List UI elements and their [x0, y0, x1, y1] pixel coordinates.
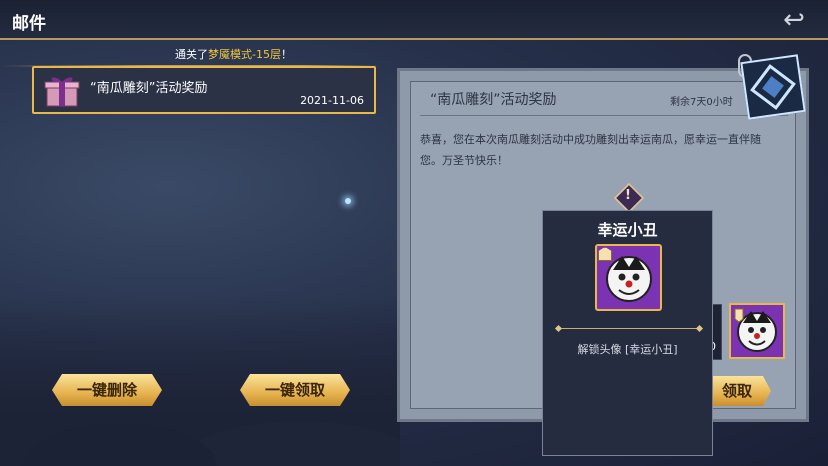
detail-divider: [420, 115, 788, 116]
gift-box-icon: [44, 77, 80, 107]
remaining-time: 剩余7天0小时: [670, 97, 733, 108]
claim-all-button[interactable]: 一键领取: [240, 374, 350, 406]
exclamation-icon: !: [625, 188, 631, 203]
delete-all-button[interactable]: 一键删除: [52, 374, 162, 406]
tooltip-item-icon: [595, 244, 662, 311]
clown-avatar-icon: [734, 308, 777, 352]
tooltip-title: 幸运小丑: [597, 221, 658, 239]
detail-body: 恭喜，您在本次南瓜雕刻活动中成功雕刻出幸运南瓜，愿幸运一直伴随您。万圣节快乐！: [420, 133, 761, 167]
marquee-prefix: 通关了: [175, 48, 208, 61]
back-arrow-icon: ↩: [783, 5, 805, 35]
reward-item-clown[interactable]: [729, 303, 785, 359]
detail-title: “南瓜雕刻”活动奖励: [430, 92, 557, 108]
claim-button[interactable]: 领取: [703, 376, 771, 406]
marquee-suffix: ！: [280, 48, 292, 61]
back-button[interactable]: ↩: [774, 6, 814, 34]
broadcast-marquee: 通关了梦魇模式-15层！: [175, 46, 292, 64]
mail-title: “南瓜雕刻”活动奖励: [90, 81, 208, 96]
marquee-highlight: 梦魇模式-15层: [208, 48, 281, 61]
mail-date: 2021-11-06: [300, 94, 364, 107]
emblem-icon: [740, 54, 806, 120]
emblem-glyph-icon: [750, 64, 796, 110]
page-title: 邮件: [12, 14, 46, 34]
sparkle-star: [345, 198, 351, 204]
tooltip-description: 解锁头像 [幸运小丑]: [577, 343, 678, 356]
item-tooltip: 幸运小丑 解锁头像 [幸运小丑]: [542, 210, 713, 456]
tooltip-divider: [559, 328, 699, 329]
mail-list-item[interactable]: “南瓜雕刻”活动奖励 2021-11-06: [32, 66, 376, 114]
top-bar: 邮件 ↩: [0, 0, 828, 40]
rank-badge-icon: [598, 247, 612, 261]
